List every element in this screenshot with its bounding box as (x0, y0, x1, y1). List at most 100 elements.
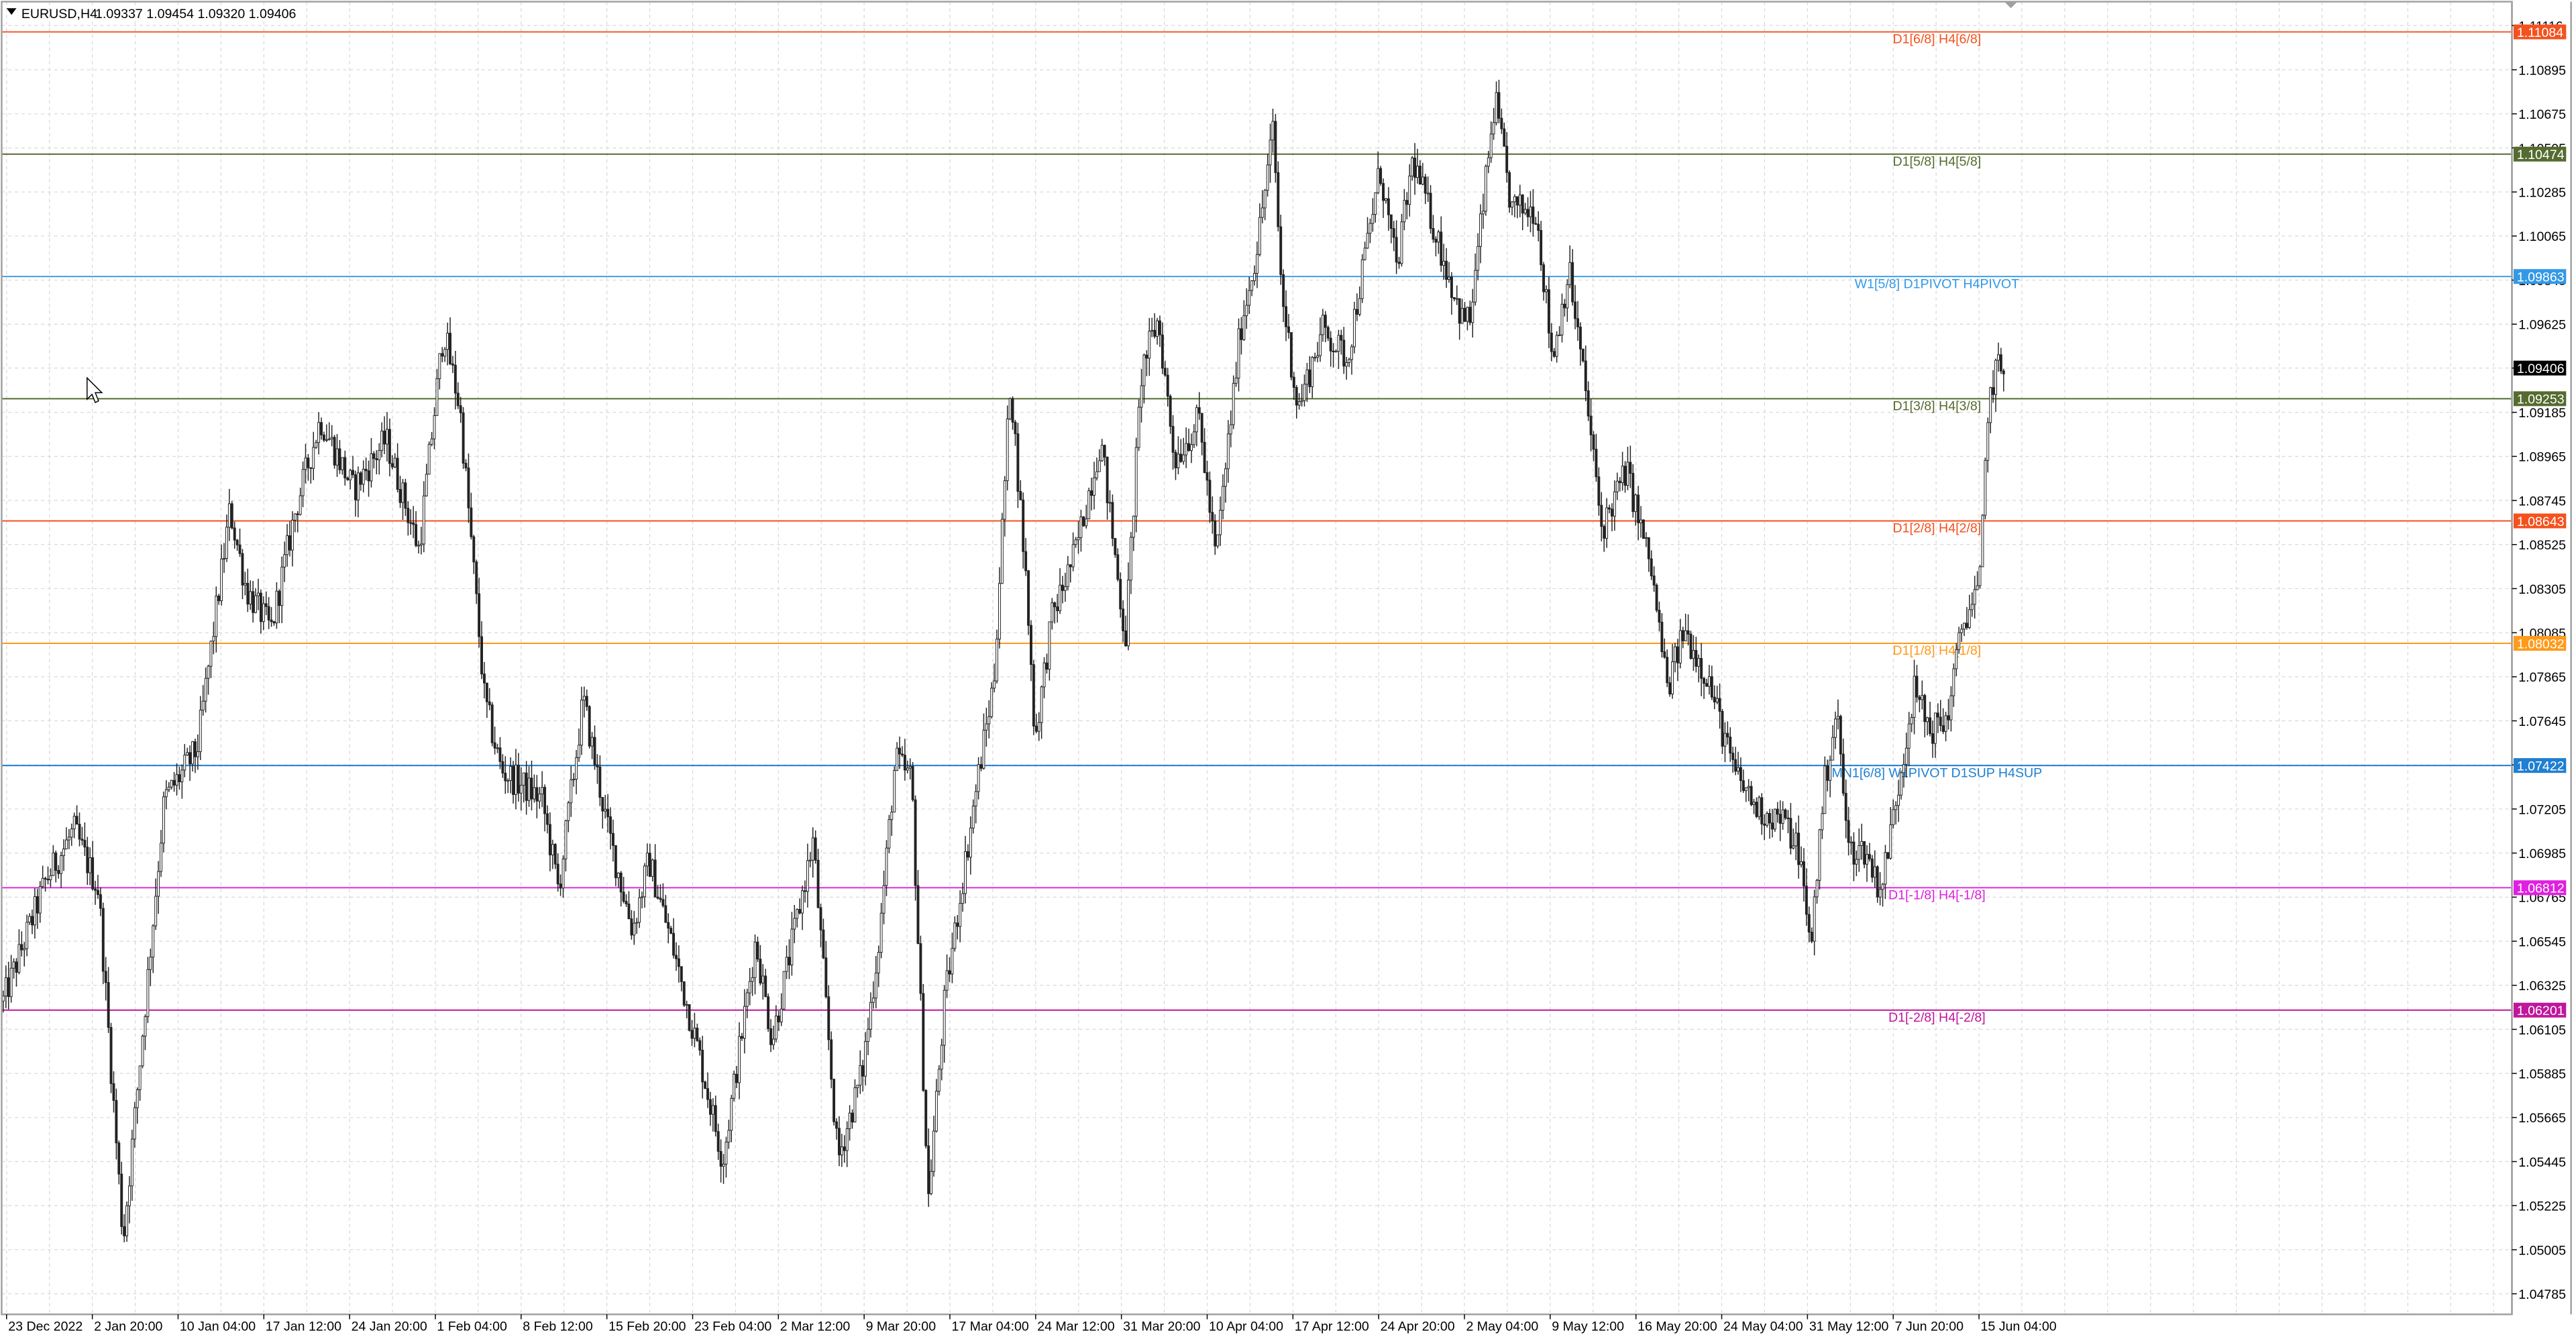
time-tick-label: 2 Jan 20:00 (94, 1320, 162, 1334)
candle (160, 830, 162, 877)
level-label: D1[3/8] H4[3/8] (1893, 398, 1982, 413)
candle (1242, 300, 1246, 341)
candle (480, 621, 484, 680)
candle (745, 988, 749, 1018)
candle (727, 1120, 731, 1149)
candle (9, 955, 13, 1003)
candle (964, 836, 967, 904)
candle (264, 591, 268, 616)
candle (943, 985, 946, 1063)
candle (1552, 347, 1556, 358)
candle (320, 417, 323, 440)
candle (1000, 513, 1004, 584)
candle (1319, 317, 1322, 362)
candle (1097, 449, 1101, 472)
candle (443, 347, 447, 362)
candle (1658, 601, 1661, 632)
candle (1545, 285, 1548, 304)
candle (1042, 657, 1046, 698)
candle (945, 954, 949, 998)
candle (1190, 433, 1193, 464)
shift-marker-icon[interactable] (2004, 1, 2018, 9)
chart-window[interactable]: D1[6/8] H4[6/8] D1[5/8] H4[5/8] W1[5/8] D1… (0, 0, 2576, 1339)
candle (117, 1140, 121, 1185)
candle (1526, 197, 1529, 227)
candle (767, 993, 770, 1032)
candle (1965, 606, 1968, 630)
candle (1584, 345, 1587, 402)
candle (1061, 576, 1064, 604)
candle (572, 773, 576, 787)
candle (1211, 496, 1214, 534)
candle (1460, 299, 1464, 324)
candle (1360, 254, 1364, 303)
candle (1810, 927, 1813, 944)
candle (987, 700, 991, 739)
candle (932, 1116, 935, 1177)
candle (1873, 850, 1876, 888)
candle (1492, 107, 1495, 140)
candle (1876, 865, 1879, 903)
candle (1392, 221, 1395, 252)
candle (380, 422, 384, 458)
candle (843, 1135, 846, 1163)
price-scale[interactable]: 1.111161.108951.106751.105051.102851.100… (2512, 19, 2567, 1302)
candle (1894, 801, 1898, 825)
candle (1305, 363, 1309, 403)
candle (1087, 487, 1091, 520)
candle (811, 827, 814, 878)
candle (956, 915, 959, 940)
candle (388, 418, 391, 477)
candle (1445, 248, 1448, 288)
level-price-tag-text: 1.07422 (2517, 759, 2565, 773)
candle (1489, 121, 1493, 163)
candle (1878, 872, 1882, 906)
candle (196, 734, 199, 770)
price-tick-label: 1.10895 (2518, 63, 2566, 78)
candle (138, 1065, 142, 1101)
time-scale[interactable]: 23 Dec 2022 2 Jan 20:00 10 Jan 04:00 17 Jan… (6, 1314, 2057, 1334)
candle (1006, 405, 1009, 491)
candle (706, 1072, 709, 1108)
candle (1913, 659, 1916, 735)
candle (546, 805, 549, 834)
candle (971, 799, 975, 834)
candle (1119, 572, 1122, 618)
candle (209, 640, 213, 678)
candle (922, 983, 925, 1092)
candle (1495, 81, 1498, 125)
candle (49, 868, 52, 888)
candle (890, 805, 894, 836)
candle (1455, 285, 1458, 305)
candle (509, 757, 513, 794)
candle (1003, 476, 1006, 537)
candle (20, 931, 23, 957)
candle (157, 861, 160, 914)
candle (1342, 327, 1346, 374)
candle (856, 1085, 859, 1098)
candle (1523, 203, 1527, 215)
candle (472, 535, 476, 574)
candle (519, 767, 523, 811)
candle (207, 664, 210, 695)
price-chart[interactable]: D1[6/8] H4[6/8] D1[5/8] H4[5/8] W1[5/8] D1… (0, 0, 2576, 1339)
candle (1866, 845, 1868, 882)
candle (1174, 449, 1177, 480)
candle (1574, 284, 1577, 329)
candle (120, 1162, 123, 1235)
candle (1818, 828, 1821, 890)
candle (824, 941, 828, 999)
triangle-down-icon[interactable] (6, 8, 17, 15)
level-label: D1[-1/8] H4[-1/8] (1888, 888, 1986, 902)
candle (864, 1032, 867, 1086)
candle (1148, 317, 1151, 376)
candle (1773, 808, 1776, 832)
candle (1807, 906, 1811, 943)
time-tick-label: 24 Mar 12:00 (1037, 1320, 1114, 1334)
candle (1458, 298, 1461, 340)
candle (1921, 680, 1924, 710)
candle (101, 902, 105, 984)
candle (415, 511, 418, 547)
candle (696, 1023, 699, 1042)
candle (1203, 428, 1206, 474)
